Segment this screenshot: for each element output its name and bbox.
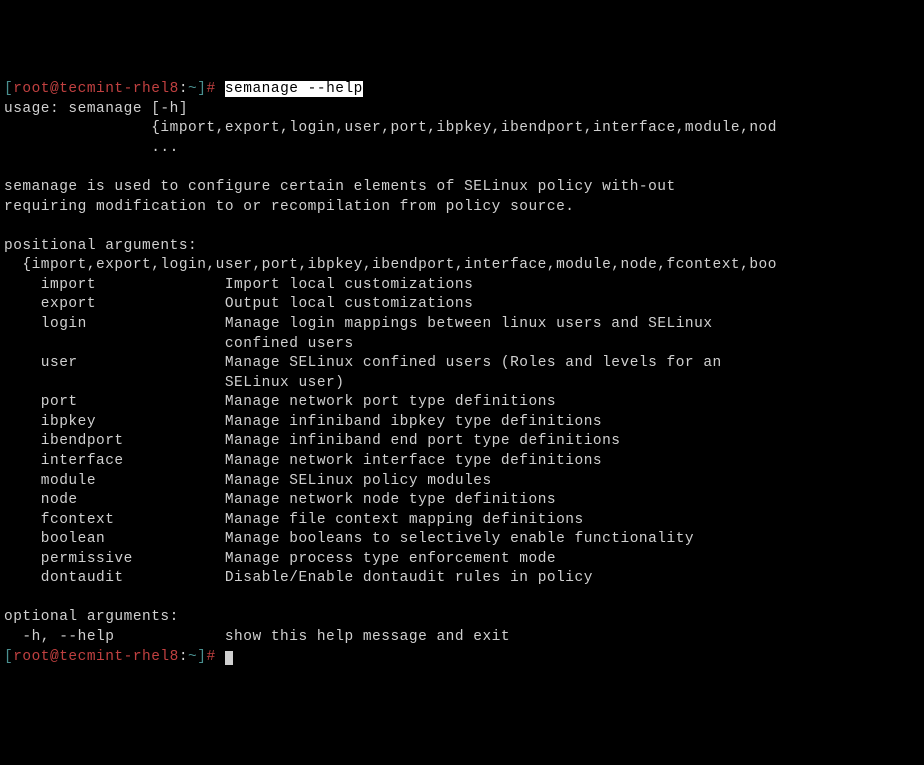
arg-ibendport-desc: Manage infiniband end port type definiti… (124, 433, 621, 449)
prompt-bracket-open: [ (4, 81, 13, 97)
arg-fcontext-name: fcontext (4, 512, 114, 528)
arg-user-desc: Manage SELinux confined users (Roles and… (78, 355, 722, 371)
arg-interface-name: interface (4, 453, 124, 469)
usage-subcommands: {import,export,login,user,port,ibpkey,ib… (4, 120, 777, 136)
arg-port-desc: Manage network port type definitions (78, 394, 556, 410)
arg-node-name: node (4, 492, 78, 508)
opt-help-desc: show this help message and exit (114, 629, 510, 645)
prompt-path: ~ (188, 81, 197, 97)
arg-login-desc: Manage login mappings between linux user… (87, 316, 713, 332)
arg-user-cont-desc: SELinux user) (4, 375, 344, 391)
prompt-path-2: ~ (188, 649, 197, 665)
prompt-hash-2: # (206, 649, 224, 665)
opt-help-name: -h, --help (4, 629, 114, 645)
arg-export-desc: Output local customizations (96, 296, 473, 312)
arg-module-desc: Manage SELinux policy modules (96, 473, 492, 489)
arg-login-cont-desc: confined users (4, 336, 354, 352)
arg-fcontext-desc: Manage file context mapping definitions (114, 512, 583, 528)
optional-header: optional arguments: (4, 609, 179, 625)
arg-ibpkey-desc: Manage infiniband ibpkey type definition… (96, 414, 602, 430)
positional-header: positional arguments: (4, 238, 197, 254)
arg-import-name: import (4, 277, 96, 293)
arg-boolean-desc: Manage booleans to selectively enable fu… (105, 531, 694, 547)
arg-permissive-name: permissive (4, 551, 133, 567)
prompt-user-host-2: root@tecmint-rhel8 (13, 649, 179, 665)
usage-dots: ... (4, 140, 179, 156)
arg-ibendport-name: ibendport (4, 433, 124, 449)
arg-import-desc: Import local customizations (96, 277, 473, 293)
description-line-2: requiring modification to or recompilati… (4, 199, 575, 215)
arg-module-name: module (4, 473, 96, 489)
arg-ibpkey-name: ibpkey (4, 414, 96, 430)
arg-dontaudit-name: dontaudit (4, 570, 124, 586)
arg-port-name: port (4, 394, 78, 410)
arg-permissive-desc: Manage process type enforcement mode (133, 551, 556, 567)
command-text: semanage --help (225, 81, 363, 97)
prompt-colon-2: : (179, 649, 188, 665)
prompt-hash: # (206, 81, 224, 97)
description-line-1: semanage is used to configure certain el… (4, 179, 676, 195)
terminal-output[interactable]: [root@tecmint-rhel8:~]# semanage --help … (4, 80, 920, 667)
arg-export-name: export (4, 296, 96, 312)
usage-line: usage: semanage [-h] (4, 101, 188, 117)
arg-boolean-name: boolean (4, 531, 105, 547)
positional-list: {import,export,login,user,port,ibpkey,ib… (4, 257, 777, 273)
arg-login-name: login (4, 316, 87, 332)
prompt-user-host: root@tecmint-rhel8 (13, 81, 179, 97)
arg-dontaudit-desc: Disable/Enable dontaudit rules in policy (124, 570, 593, 586)
arg-node-desc: Manage network node type definitions (78, 492, 556, 508)
prompt-bracket-close-2: ] (197, 649, 206, 665)
cursor-icon (225, 651, 233, 665)
prompt-bracket-open-2: [ (4, 649, 13, 665)
arg-interface-desc: Manage network interface type definition… (124, 453, 602, 469)
prompt-colon: : (179, 81, 188, 97)
arg-user-name: user (4, 355, 78, 371)
